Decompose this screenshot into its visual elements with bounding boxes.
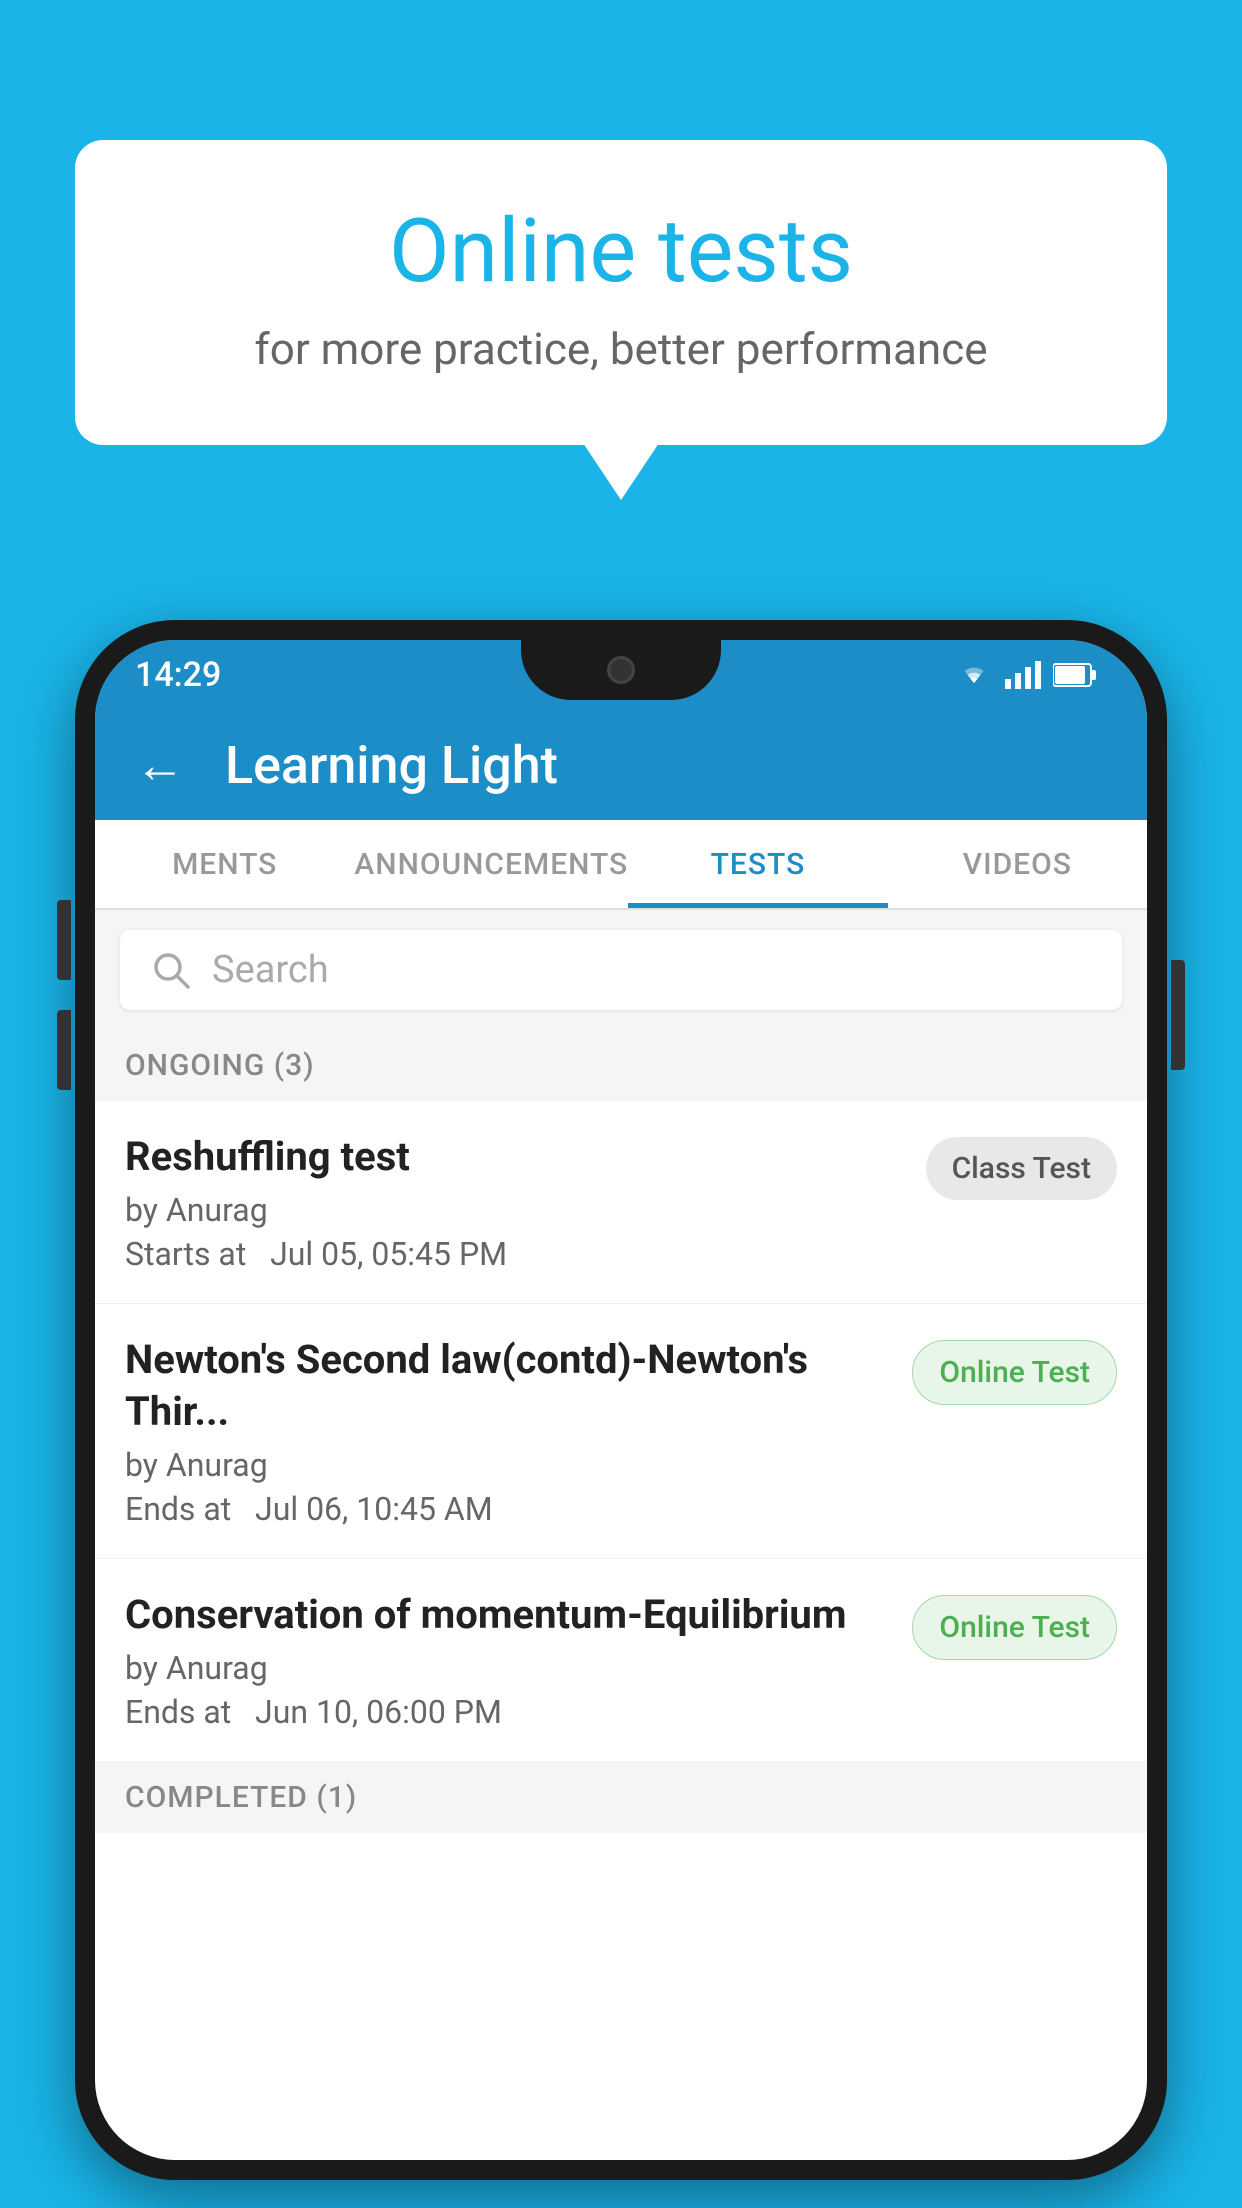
phone-wrapper: 14:29 xyxy=(75,620,1167,2208)
volume-up-button[interactable] xyxy=(57,900,71,980)
status-icons xyxy=(955,661,1097,689)
test-name: Conservation of momentum-Equilibrium xyxy=(125,1589,892,1641)
app-bar: ← Learning Light xyxy=(95,710,1147,820)
back-button[interactable]: ← xyxy=(135,736,185,795)
test-badge-online: Online Test xyxy=(912,1340,1117,1405)
front-camera xyxy=(607,656,635,684)
phone-screen: 14:29 xyxy=(95,640,1147,2160)
test-item[interactable]: Conservation of momentum-Equilibrium by … xyxy=(95,1559,1147,1762)
test-date: Ends at Jun 10, 06:00 PM xyxy=(125,1693,892,1731)
bubble-title: Online tests xyxy=(155,200,1087,303)
test-badge-online: Online Test xyxy=(912,1595,1117,1660)
test-name: Newton's Second law(contd)-Newton's Thir… xyxy=(125,1334,892,1438)
signal-icon xyxy=(1005,661,1041,689)
search-placeholder: Search xyxy=(212,948,329,992)
battery-icon xyxy=(1053,662,1097,688)
test-info: Newton's Second law(contd)-Newton's Thir… xyxy=(125,1334,892,1528)
test-date: Ends at Jul 06, 10:45 AM xyxy=(125,1490,892,1528)
phone-frame: 14:29 xyxy=(75,620,1167,2180)
search-container: Search xyxy=(95,910,1147,1030)
test-author: by Anurag xyxy=(125,1649,892,1687)
phone-notch xyxy=(521,640,721,700)
test-date: Starts at Jul 05, 05:45 PM xyxy=(125,1235,906,1273)
volume-down-button[interactable] xyxy=(57,1010,71,1090)
test-item[interactable]: Reshuffling test by Anurag Starts at Jul… xyxy=(95,1101,1147,1304)
bubble-subtitle: for more practice, better performance xyxy=(155,323,1087,375)
tab-videos[interactable]: VIDEOS xyxy=(888,820,1147,908)
tab-announcements[interactable]: ANNOUNCEMENTS xyxy=(354,820,628,908)
completed-section-header: COMPLETED (1) xyxy=(95,1762,1147,1833)
search-input[interactable]: Search xyxy=(120,930,1122,1010)
ongoing-section-header: ONGOING (3) xyxy=(95,1030,1147,1101)
speech-bubble: Online tests for more practice, better p… xyxy=(75,140,1167,445)
completed-label: COMPLETED (1) xyxy=(125,1780,357,1815)
test-badge-class: Class Test xyxy=(926,1137,1117,1200)
test-info: Reshuffling test by Anurag Starts at Jul… xyxy=(125,1131,906,1273)
test-info: Conservation of momentum-Equilibrium by … xyxy=(125,1589,892,1731)
test-name: Reshuffling test xyxy=(125,1131,906,1183)
test-item[interactable]: Newton's Second law(contd)-Newton's Thir… xyxy=(95,1304,1147,1559)
ongoing-label: ONGOING (3) xyxy=(125,1048,315,1083)
tab-ments[interactable]: MENTS xyxy=(95,820,354,908)
power-button[interactable] xyxy=(1171,960,1185,1070)
tab-tests[interactable]: TESTS xyxy=(628,820,887,908)
status-time: 14:29 xyxy=(135,655,221,695)
search-icon xyxy=(150,949,192,991)
test-author: by Anurag xyxy=(125,1191,906,1229)
wifi-icon xyxy=(955,661,993,689)
test-author: by Anurag xyxy=(125,1446,892,1484)
app-title: Learning Light xyxy=(225,735,558,796)
tabs-bar: MENTS ANNOUNCEMENTS TESTS VIDEOS xyxy=(95,820,1147,910)
